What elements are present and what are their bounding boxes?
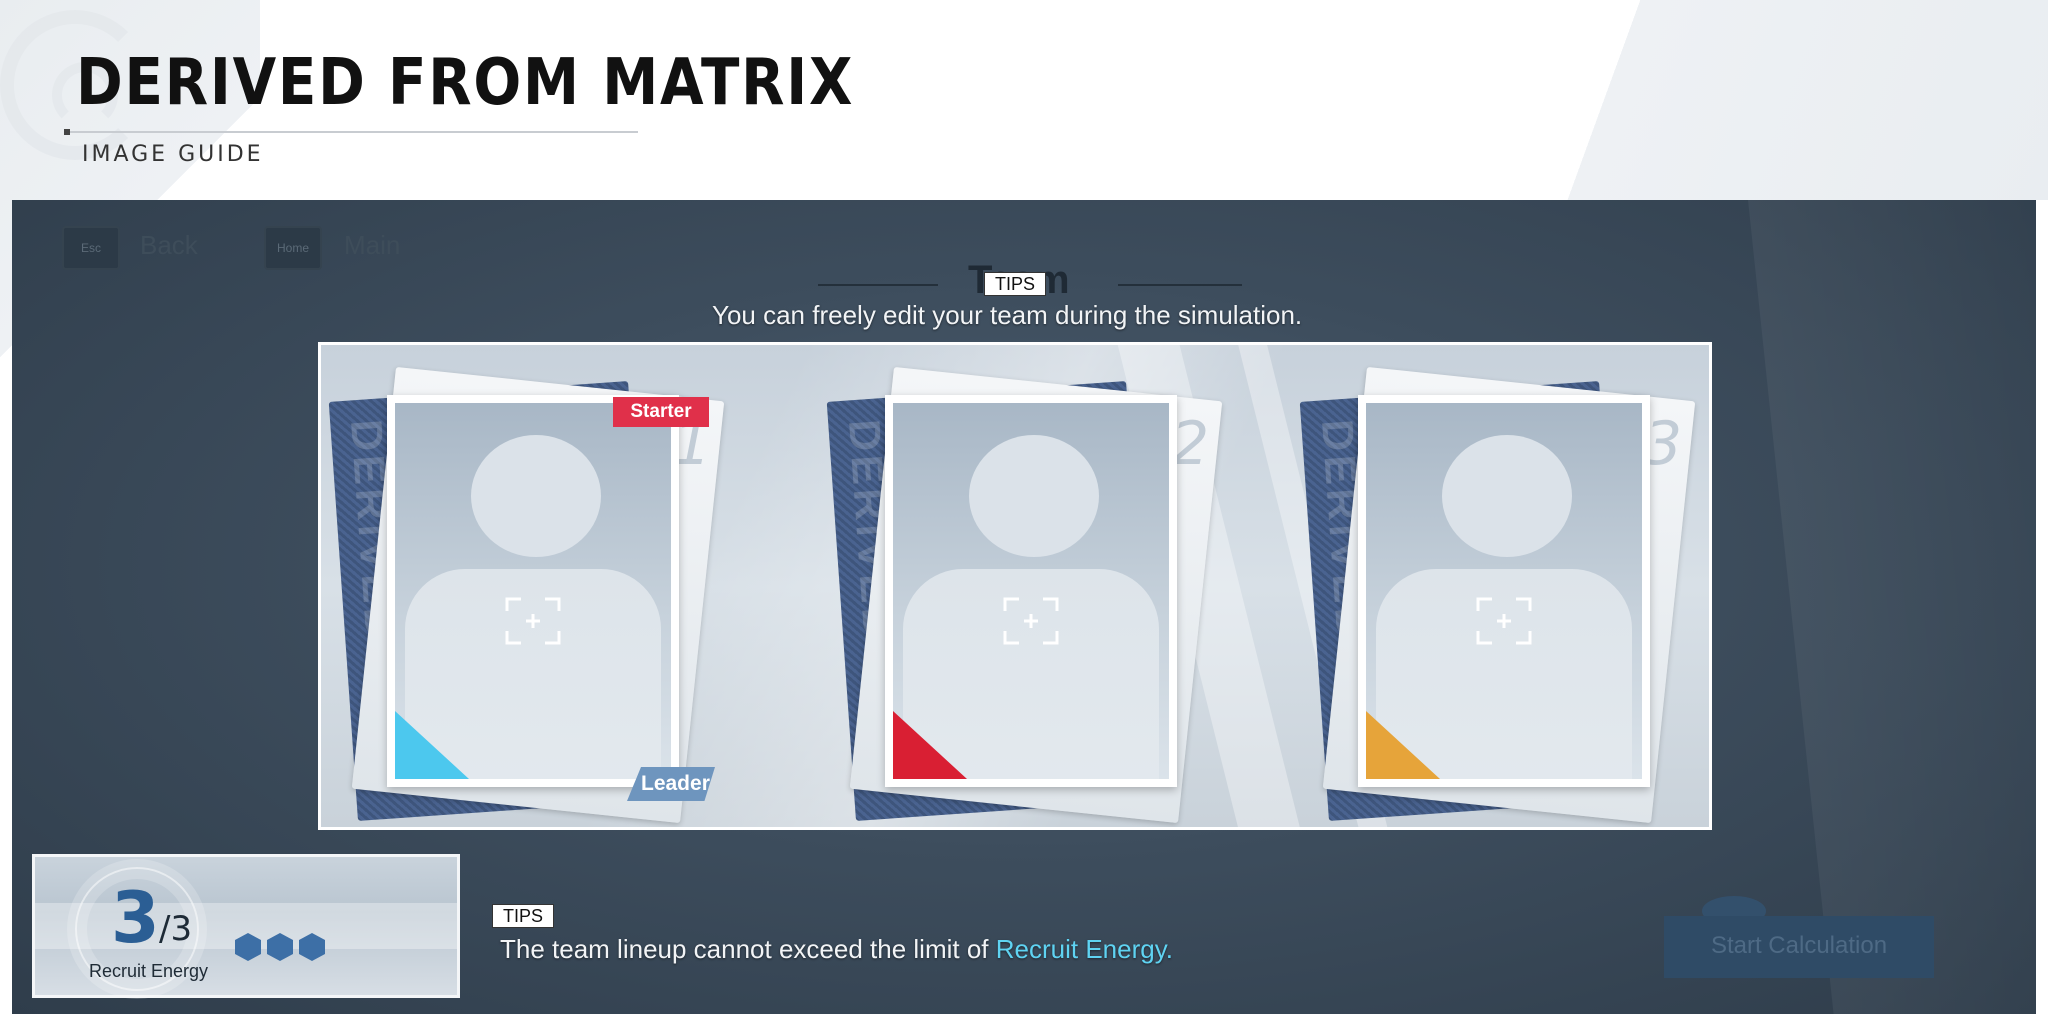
empty-member-card[interactable] — [1358, 395, 1650, 787]
recruit-energy-highlight: Recruit Energy. — [995, 934, 1173, 964]
add-member-icon[interactable] — [1476, 597, 1532, 645]
header-background-right — [1320, 0, 2048, 200]
back-button-label[interactable]: Back — [140, 230, 198, 261]
team-slots-panel: DERIVED FOR 1 Starter Leader DERIVED FOR — [318, 342, 1712, 830]
leader-badge: Leader — [627, 767, 715, 801]
energy-pips — [235, 933, 335, 961]
starter-badge: Starter — [613, 397, 709, 427]
silhouette-head — [969, 435, 1099, 557]
silhouette-head — [1442, 435, 1572, 557]
tips-tag-bottom: TIPS — [492, 904, 555, 928]
energy-label: Recruit Energy — [89, 961, 209, 981]
hexagon-icon — [235, 933, 261, 961]
team-slot-1[interactable]: DERIVED FOR 1 Starter Leader — [328, 365, 729, 825]
class-corner-marker — [1366, 711, 1440, 779]
hexagon-icon — [299, 933, 325, 961]
add-member-icon[interactable] — [1003, 597, 1059, 645]
page-title: DERIVED FROM MATRIX — [76, 46, 855, 120]
team-slot-2[interactable]: DERIVED FOR 2 — [826, 365, 1227, 825]
esc-key-hint[interactable]: Esc — [62, 226, 120, 270]
empty-member-card[interactable] — [885, 395, 1177, 787]
energy-max: /3 — [159, 909, 193, 949]
tips-tag-top: TIPS — [984, 272, 1047, 296]
team-slot-3[interactable]: DERIVED FOR 3 — [1299, 365, 1700, 825]
recruit-energy-panel: 3 /3 Recruit Energy — [32, 854, 460, 998]
class-corner-marker — [395, 711, 469, 779]
silhouette-head — [471, 435, 601, 557]
add-member-icon[interactable] — [505, 597, 561, 645]
title-divider — [64, 131, 638, 133]
main-button-label[interactable]: Main — [344, 230, 400, 261]
start-calculation-button[interactable]: Start Calculation — [1664, 916, 1934, 978]
tips-text-top: You can freely edit your team during the… — [712, 300, 1303, 330]
tips-text-bottom: The team lineup cannot exceed the limit … — [500, 934, 1173, 964]
empty-member-card[interactable] — [387, 395, 679, 787]
energy-current: 3 — [111, 877, 160, 959]
title-divider-marker — [64, 129, 70, 135]
hexagon-icon — [267, 933, 293, 961]
game-screenshot: Esc Back Home Main Team TIPS You can fre… — [12, 200, 2036, 1014]
home-key-hint[interactable]: Home — [264, 226, 322, 270]
page-subtitle: IMAGE GUIDE — [82, 142, 264, 167]
class-corner-marker — [893, 711, 967, 779]
